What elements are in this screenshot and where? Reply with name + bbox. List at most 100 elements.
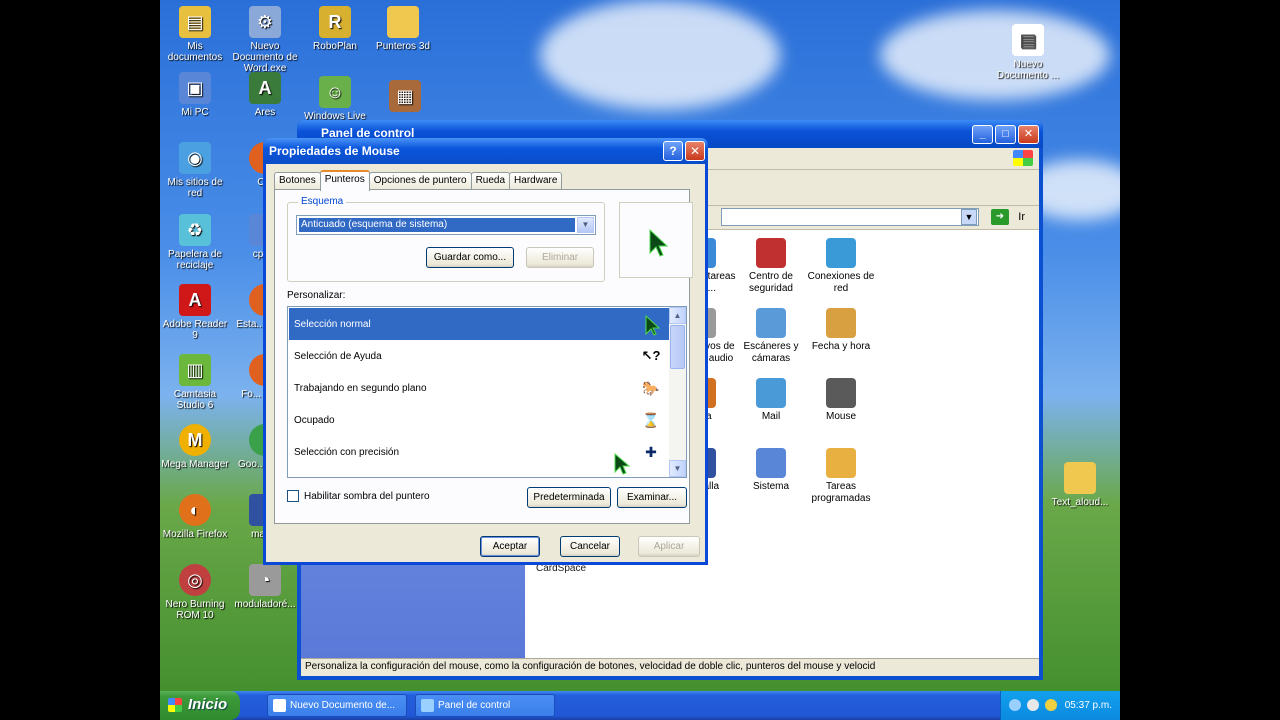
list-item[interactable]: Selección normal	[289, 308, 670, 340]
desktop-icon-nero[interactable]: ◎ Nero Burning ROM 10	[160, 564, 230, 621]
system-icon	[756, 448, 786, 478]
desktop-icon-ares[interactable]: A Ares	[230, 72, 300, 118]
desktop-icon-winrar[interactable]: ▦	[370, 80, 440, 115]
pointer-name: Ocupado	[294, 415, 335, 426]
list-scrollbar[interactable]: ▲ ▼	[669, 307, 686, 477]
desktop-icon-roboplan[interactable]: R RoboPlan	[300, 6, 370, 52]
windows-logo-icon	[1013, 150, 1033, 166]
tab-hardware[interactable]: Hardware	[509, 172, 563, 190]
save-as-button[interactable]: Guardar como...	[426, 247, 514, 268]
task-label: Panel de control	[438, 700, 511, 711]
apply-button[interactable]: Aplicar	[638, 536, 700, 557]
windows-flag-icon	[168, 698, 182, 712]
ok-button[interactable]: Aceptar	[480, 536, 540, 557]
customize-label: Personalizar:	[287, 290, 346, 301]
control-panel-item-label: Conexiones de red	[807, 271, 875, 294]
delete-button[interactable]: Eliminar	[526, 247, 594, 268]
mouse-icon	[826, 378, 856, 408]
control-panel-item[interactable]: Mouse	[805, 378, 877, 423]
go-arrow-icon[interactable]: ➜	[991, 209, 1009, 225]
tab-botones[interactable]: Botones	[274, 172, 321, 190]
dialog-title-bar[interactable]: Propiedades de Mouse ? ✕	[263, 138, 708, 164]
cloud	[540, 0, 780, 110]
desktop-icon-label: Mis documentos	[167, 41, 223, 63]
start-label: Inicio	[188, 696, 228, 713]
minimize-button[interactable]: _	[972, 125, 993, 144]
list-item[interactable]: Ocupado ⌛	[289, 404, 670, 436]
scroll-down-icon[interactable]: ▼	[669, 460, 686, 477]
help-button[interactable]: ?	[663, 141, 683, 161]
desktop-icon-text-aloud[interactable]: Text_aloud...	[1045, 462, 1115, 508]
control-panel-item[interactable]: Conexiones de red	[805, 238, 877, 295]
desktop-icon-mega-manager[interactable]: M Mega Manager	[160, 424, 230, 470]
system-tray: 05:37 p.m.	[1000, 691, 1120, 720]
address-dropdown-icon[interactable]: ▼	[961, 209, 977, 225]
mouse-pointer-icon	[614, 452, 631, 475]
defaults-button[interactable]: Predeterminada	[527, 487, 611, 508]
control-panel-item[interactable]: Tareas programadas	[805, 448, 877, 505]
tab-punteros[interactable]: Punteros	[319, 170, 370, 191]
taskbar-item-word-document[interactable]: Nuevo Documento de...	[267, 694, 407, 717]
tray-network-icon[interactable]	[1009, 699, 1021, 711]
network-globe-icon	[826, 238, 856, 268]
control-panel-item[interactable]: Centro de seguridad	[735, 238, 807, 295]
help-cursor-icon: ↖?	[641, 348, 661, 363]
address-input[interactable]	[721, 208, 979, 226]
desktop-icon-label: Punteros 3d	[376, 41, 430, 52]
close-button[interactable]: ✕	[1018, 125, 1039, 144]
chevron-down-icon[interactable]: ▼	[577, 217, 594, 233]
exe-icon: ⚙	[249, 6, 281, 38]
task-label: Nuevo Documento de...	[290, 700, 396, 711]
tray-app-icon[interactable]	[1027, 699, 1039, 711]
desktop-icon-modulador[interactable]: ◔ moduladoré...	[230, 564, 300, 610]
list-item[interactable]: Selección de Ayuda ↖?	[289, 340, 670, 372]
desktop-icon-recycle-bin[interactable]: ♻ Papelera de reciclaje	[160, 214, 230, 271]
desktop-icon-label: Adobe Reader 9	[162, 319, 228, 341]
ares-icon: A	[249, 72, 281, 104]
desktop-icon-firefox[interactable]: ◐ Mozilla Firefox	[160, 494, 230, 540]
tray-smiley-icon[interactable]	[1045, 699, 1057, 711]
scheme-select[interactable]: Anticuado (esquema de sistema) ▼	[296, 215, 596, 235]
desktop-icon-windows-live[interactable]: ☺ Windows Live	[300, 76, 370, 122]
go-label[interactable]: Ir	[1018, 211, 1025, 223]
checkbox-box[interactable]	[287, 490, 299, 502]
control-panel-item-label: Mail	[761, 411, 781, 422]
maximize-button[interactable]: □	[995, 125, 1016, 144]
document-icon: ▤	[1012, 24, 1044, 56]
shadow-checkbox[interactable]: Habilitar sombra del puntero	[287, 490, 430, 502]
desktop-icon-label: Text_aloud...	[1051, 497, 1109, 508]
tab-rueda[interactable]: Rueda	[470, 172, 511, 190]
control-panel-item-label: Escáneres y cámaras	[743, 341, 799, 364]
desktop-icon-punteros-3d[interactable]: Punteros 3d	[368, 6, 438, 52]
tab-opciones-de-puntero[interactable]: Opciones de puntero	[368, 172, 472, 190]
control-panel-item[interactable]: Sistema	[735, 448, 807, 493]
pointer-name: Selección de Ayuda	[294, 351, 382, 362]
control-panel-item[interactable]: Escáneres y cámaras	[735, 308, 807, 365]
desktop-icon-label: Camtasia Studio 6	[173, 389, 217, 411]
pointer-preview	[619, 202, 693, 278]
control-panel-item-label: Sistema	[752, 481, 790, 492]
precision-cursor-icon: ✚	[645, 444, 657, 460]
taskbar-item-control-panel[interactable]: Panel de control	[415, 694, 555, 717]
arrow-cursor-icon	[640, 314, 662, 336]
desktop-icon-new-document[interactable]: ▤ Nuevo Documento ...	[993, 24, 1063, 81]
desktop-icon-network[interactable]: ◉ Mis sitios de red	[160, 142, 230, 199]
roboplan-icon: R	[319, 6, 351, 38]
control-panel-item[interactable]: Fecha y hora	[805, 308, 877, 353]
desktop-icon-my-documents[interactable]: ▤ Mis documentos	[160, 6, 230, 63]
desktop-icon-word-exe[interactable]: ⚙ Nuevo Documento de Word.exe	[230, 6, 300, 74]
dialog-face: Botones Punteros Opciones de puntero Rue…	[266, 164, 705, 562]
desktop-icon-my-pc[interactable]: ▣ Mi PC	[160, 72, 230, 118]
cancel-button[interactable]: Cancelar	[560, 536, 620, 557]
list-item[interactable]: Trabajando en segundo plano 🐎	[289, 372, 670, 404]
scheme-legend: Esquema	[298, 196, 347, 207]
desktop-icon-camtasia[interactable]: ▥ Camtasia Studio 6	[160, 354, 230, 411]
start-button[interactable]: Inicio	[160, 691, 240, 720]
desktop-icon-adobe-reader[interactable]: A Adobe Reader 9	[160, 284, 230, 341]
scroll-up-icon[interactable]: ▲	[669, 307, 686, 324]
scroll-thumb[interactable]	[670, 325, 685, 369]
browse-button[interactable]: Examinar...	[617, 487, 687, 508]
control-panel-item[interactable]: Mail	[735, 378, 807, 423]
close-icon[interactable]: ✕	[685, 141, 705, 161]
clock: 05:37 p.m.	[1064, 700, 1112, 711]
